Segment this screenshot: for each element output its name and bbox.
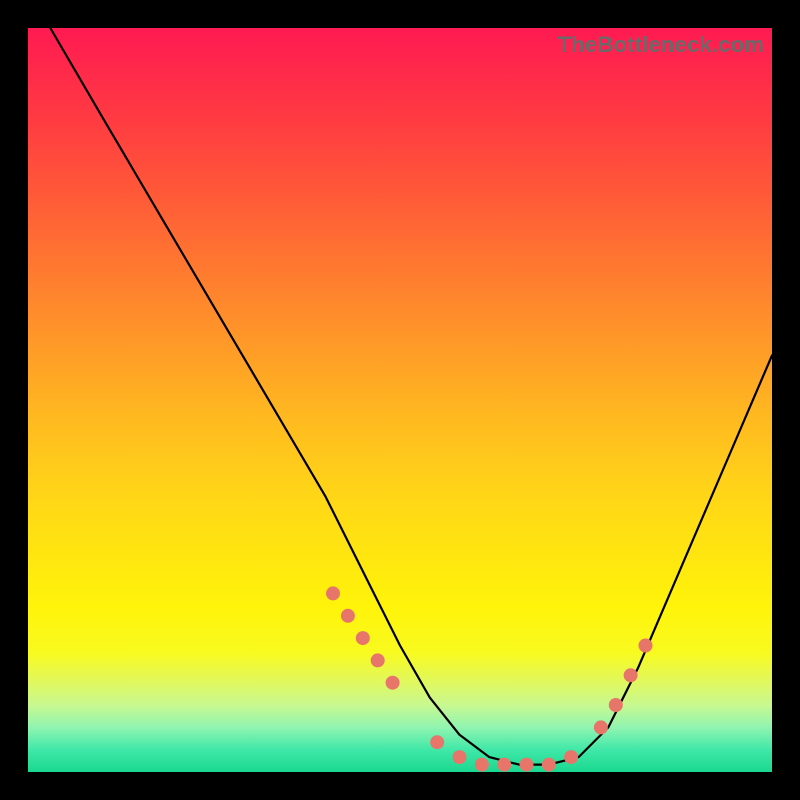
highlight-dot [520, 758, 534, 772]
highlight-dot [356, 631, 370, 645]
highlight-dot [624, 668, 638, 682]
highlight-dot [564, 750, 578, 764]
highlight-dot [386, 676, 400, 690]
highlight-dot [609, 698, 623, 712]
highlight-dot [430, 735, 444, 749]
highlight-dot [371, 653, 385, 667]
highlight-dot [594, 720, 608, 734]
plot-area: TheBottleneck.com [28, 28, 772, 772]
bottleneck-curve [50, 28, 772, 765]
highlight-dot [341, 609, 355, 623]
highlight-dot [497, 758, 511, 772]
highlight-dot [542, 758, 556, 772]
highlight-dot [475, 758, 489, 772]
highlight-dot [639, 639, 653, 653]
highlight-dot [453, 750, 467, 764]
chart-svg [28, 28, 772, 772]
highlight-dot [326, 586, 340, 600]
chart-frame: TheBottleneck.com [0, 0, 800, 800]
highlight-dots [326, 586, 653, 771]
